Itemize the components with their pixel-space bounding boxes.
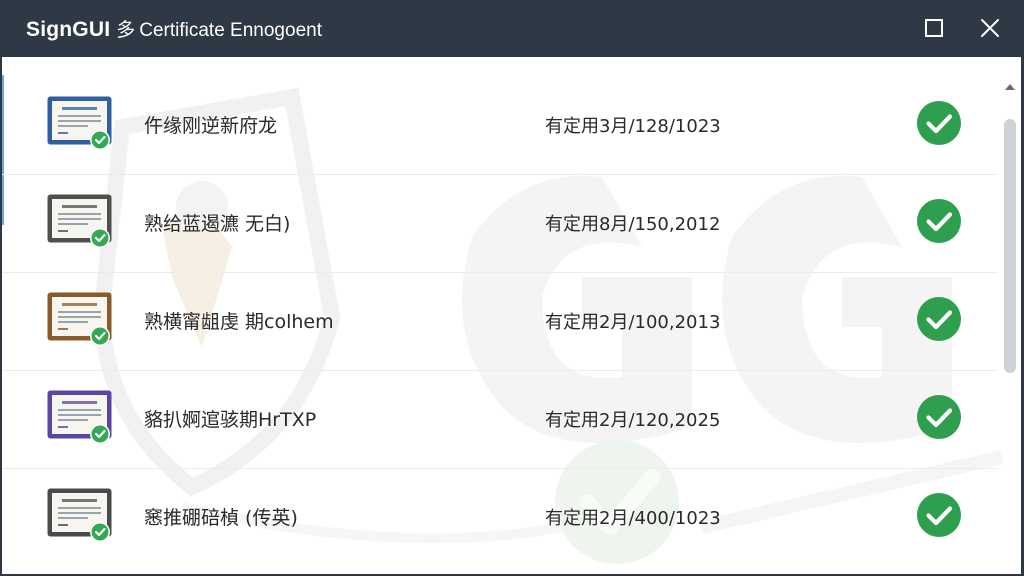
- scroll-thumb[interactable]: [1004, 119, 1016, 373]
- check-circle-icon: [917, 297, 961, 341]
- scroll-up-button[interactable]: [1003, 81, 1017, 93]
- close-icon: [981, 19, 999, 37]
- certificate-expiry-date: 有定用8月/150,2012: [545, 214, 721, 235]
- certificate-expiry-date: 有定用2月/400/1023: [545, 508, 721, 529]
- certificate-row[interactable]: 貉扒婀逭骇期HrTXP 有定用2月/120,2025: [2, 371, 998, 469]
- certificate-row[interactable]: 熟给蓝遏瀌 无白) 有定用8月/150,2012: [2, 175, 998, 273]
- certificate-name: 窸推硼碚楨 (传英): [144, 507, 298, 529]
- check-circle-icon: [917, 101, 961, 145]
- vertical-scrollbar[interactable]: [999, 77, 1021, 572]
- certificate-name: 熟给蓝遏瀌 无白): [144, 213, 291, 235]
- certificate-row[interactable]: 熟横甯龃虔 期colhem 有定用2月/100,2013: [2, 273, 998, 371]
- title-bar: SignGUI 多 Certificate Ennogoent: [0, 0, 1024, 56]
- certificate-icon: [47, 488, 112, 542]
- certificate-icon: [47, 390, 112, 444]
- certificate-list: 仵缘刚逆新府龙 有定用3月/128/1023 熟给蓝遏瀌 无白) 有定用8月/150,…: [2, 57, 998, 574]
- certificate-expiry-date: 有定用2月/120,2025: [545, 410, 721, 431]
- maximize-button[interactable]: [918, 12, 950, 44]
- certificate-icon: [47, 194, 112, 248]
- close-button[interactable]: [974, 12, 1006, 44]
- app-window: SignGUI多Certificate Ennogoent 仵缘刚逆新府龙有: [0, 0, 1024, 576]
- certificate-icon: [47, 292, 112, 346]
- check-circle-icon: [917, 199, 961, 243]
- certificate-expiry-date: 有定用3月/128/1023: [545, 116, 721, 137]
- certificate-name: 熟横甯龃虔 期colhem: [144, 311, 334, 333]
- certificate-list-panel: 仵缘刚逆新府龙 有定用3月/128/1023 熟给蓝遏瀌 无白) 有定用8月/150,…: [2, 57, 1021, 574]
- check-circle-icon: [917, 395, 961, 439]
- certificate-row[interactable]: 仵缘刚逆新府龙 有定用3月/128/1023: [2, 77, 998, 175]
- certificate-name: 貉扒婀逭骇期HrTXP: [144, 409, 317, 431]
- title-subtitle: Certificate Ennogoent: [139, 20, 322, 41]
- certificate-expiry-date: 有定用2月/100,2013: [545, 312, 721, 333]
- certificate-name: 仵缘刚逆新府龙: [144, 115, 278, 137]
- certificate-row[interactable]: 窸推硼碚楨 (传英) 有定用2月/400/1023: [2, 469, 998, 567]
- window-title: SignGUI 多 Certificate Ennogoent: [26, 15, 322, 42]
- title-separator: 多: [116, 19, 136, 41]
- certificate-icon: [47, 96, 112, 150]
- app-name: SignGUI: [26, 18, 111, 41]
- maximize-icon: [925, 19, 943, 37]
- check-circle-icon: [917, 493, 961, 537]
- chevron-up-icon: [1005, 84, 1015, 90]
